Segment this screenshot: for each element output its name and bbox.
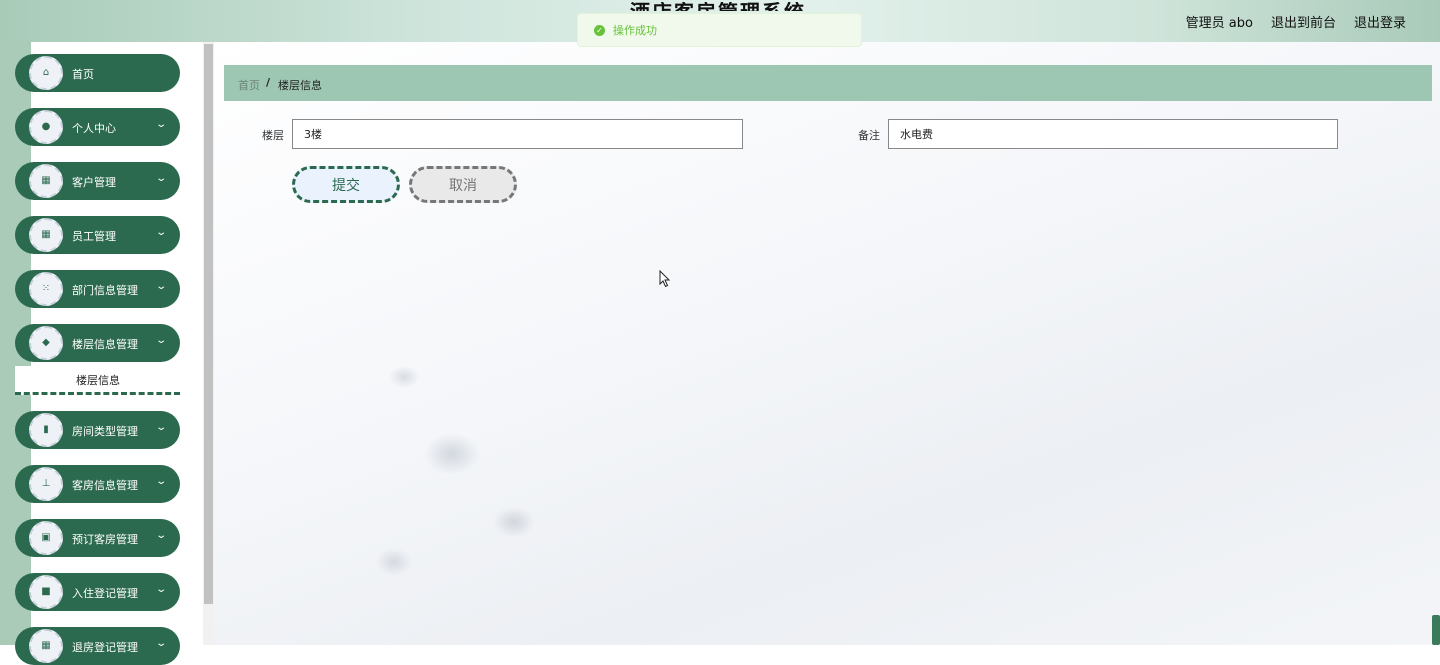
submit-button[interactable]: 提交 [292,166,400,203]
logout-link[interactable]: 退出登录 [1354,12,1406,31]
sidebar-scrollbar[interactable] [203,42,214,645]
sidebar-item-label: 退房登记管理 [72,641,138,654]
sidebar-item-customer-management[interactable]: ▦ 客户管理 ⌄ [15,162,180,200]
system-title: 酒店客房管理系统 [630,2,806,11]
breadcrumb: 首页 / 楼层信息 [224,65,1432,101]
chevron-down-icon: ⌄ [154,119,167,130]
breadcrumb-home-link[interactable]: 首页 [238,77,260,93]
sidebar-item-label: 楼层信息管理 [72,338,138,351]
chevron-down-icon: ⌄ [154,227,167,238]
stamp-icon: ⊥ [29,467,63,501]
sidebar-item-room-info-management[interactable]: ⊥ 客房信息管理 ⌄ [15,465,180,503]
sidebar-item-label: 预订客房管理 [72,533,138,546]
sidebar-item-staff-management[interactable]: ▦ 员工管理 ⌄ [15,216,180,254]
sidebar-item-label: 房间类型管理 [72,425,138,438]
sidebar-item-label: 个人中心 [72,122,116,135]
breadcrumb-current: 楼层信息 [278,79,322,92]
sidebar-item-department-management[interactable]: ⁙ 部门信息管理 ⌄ [15,270,180,308]
floor-input[interactable] [292,119,743,149]
trend-icon: ▣ [29,521,63,555]
chevron-down-icon: ⌄ [154,422,167,433]
sidebar-item-label: 部门信息管理 [72,284,138,297]
sidebar-item-room-type-management[interactable]: ▮ 房间类型管理 ⌄ [15,411,180,449]
sidebar-item-label: 员工管理 [72,230,116,243]
remark-field-label: 备注 [858,129,880,142]
chevron-down-icon: ⌄ [154,281,167,292]
chevron-down-icon: ⌄ [154,638,167,649]
chevron-up-icon: ⌄ [154,335,167,346]
sidebar-item-home[interactable]: ⌂ 首页 [15,54,180,92]
sidebar-item-checkin-management[interactable]: ■ 入住登记管理 ⌄ [15,573,180,611]
breadcrumb-separator: / [266,76,271,89]
grid-icon: ▦ [29,164,63,198]
apps-icon: ⁙ [29,272,63,306]
scrollbar-thumb[interactable] [204,44,213,604]
sidebar-item-label: 客房信息管理 [72,479,138,492]
page-scroll-indicator[interactable] [1432,615,1440,645]
home-icon: ⌂ [29,56,63,90]
sidebar-item-checkout-management[interactable]: ▦ 退房登记管理 ⌄ [15,627,180,665]
success-toast: ✓ 操作成功 [577,13,862,47]
remark-input[interactable] [888,119,1338,149]
sidebar-item-label: 客户管理 [72,176,116,189]
grid-icon: ▦ [29,629,63,663]
sidebar-item-personal-center[interactable]: ● 个人中心 ⌄ [15,108,180,146]
floor-field-label: 楼层 [262,129,284,142]
sidebar-item-label: 首页 [72,68,94,81]
cancel-button[interactable]: 取消 [409,166,517,203]
toast-message: 操作成功 [613,24,657,37]
chevron-down-icon: ⌄ [154,530,167,541]
user-icon: ● [29,110,63,144]
location-icon: ◆ [29,326,63,360]
current-user-label: 管理员 abo [1185,16,1253,31]
submenu-item-label: 楼层信息 [76,374,120,387]
chevron-down-icon: ⌄ [154,173,167,184]
sidebar-item-floor-management[interactable]: ◆ 楼层信息管理 ⌄ [15,324,180,362]
sidebar-item-label: 入住登记管理 [72,587,138,600]
header-links: 管理员 abo 退出到前台 退出登录 [1186,12,1406,31]
back-to-frontend-link[interactable]: 退出到前台 [1271,12,1336,31]
bar-chart-icon: ▮ [29,413,63,447]
submenu-item-floor-info[interactable]: 楼层信息 [15,366,180,395]
briefcase-icon: ■ [29,575,63,609]
check-circle-icon: ✓ [594,24,605,36]
chevron-down-icon: ⌄ [154,584,167,595]
grid-icon: ▦ [29,218,63,252]
chevron-down-icon: ⌄ [154,476,167,487]
sidebar-item-booking-management[interactable]: ▣ 预订客房管理 ⌄ [15,519,180,557]
